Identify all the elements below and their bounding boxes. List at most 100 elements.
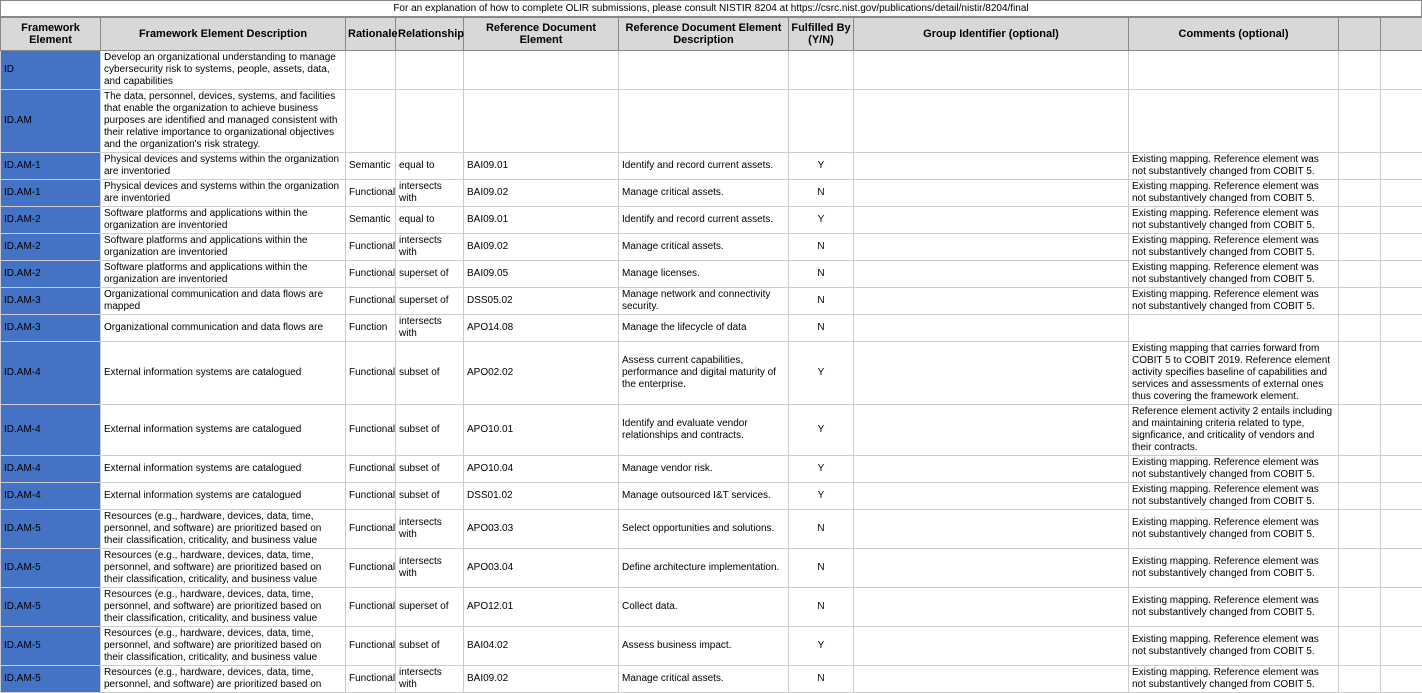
- cell[interactable]: subset of: [396, 483, 464, 510]
- cell[interactable]: Existing mapping. Reference element was …: [1129, 207, 1339, 234]
- cell[interactable]: N: [789, 234, 854, 261]
- cell[interactable]: [854, 588, 1129, 627]
- col-ref-doc-desc[interactable]: Reference Document Element Description: [619, 18, 789, 51]
- cell[interactable]: subset of: [396, 627, 464, 666]
- cell[interactable]: [854, 456, 1129, 483]
- cell[interactable]: [854, 315, 1129, 342]
- cell[interactable]: equal to: [396, 207, 464, 234]
- cell[interactable]: ID.AM: [1, 90, 101, 153]
- cell[interactable]: intersects with: [396, 234, 464, 261]
- cell[interactable]: N: [789, 588, 854, 627]
- cell[interactable]: ID: [1, 51, 101, 90]
- cell[interactable]: External information systems are catalog…: [101, 483, 346, 510]
- cell[interactable]: intersects with: [396, 180, 464, 207]
- cell[interactable]: Identify and evaluate vendor relationshi…: [619, 405, 789, 456]
- cell[interactable]: Reference element activity 2 entails inc…: [1129, 405, 1339, 456]
- cell[interactable]: [1339, 288, 1381, 315]
- cell[interactable]: [1381, 261, 1422, 288]
- table-row[interactable]: ID.AM-4External information systems are …: [1, 405, 1422, 456]
- cell[interactable]: Existing mapping. Reference element was …: [1129, 549, 1339, 588]
- cell[interactable]: APO10.01: [464, 405, 619, 456]
- cell[interactable]: Y: [789, 456, 854, 483]
- cell[interactable]: [1339, 234, 1381, 261]
- cell[interactable]: N: [789, 288, 854, 315]
- cell[interactable]: ID.AM-5: [1, 549, 101, 588]
- cell[interactable]: [1381, 207, 1422, 234]
- col-framework-element[interactable]: Framework Element: [1, 18, 101, 51]
- cell[interactable]: BAI09.02: [464, 666, 619, 693]
- cell[interactable]: Function: [346, 315, 396, 342]
- cell[interactable]: Existing mapping. Reference element was …: [1129, 483, 1339, 510]
- cell[interactable]: [346, 51, 396, 90]
- table-row[interactable]: ID.AM-3Organizational communication and …: [1, 315, 1422, 342]
- cell[interactable]: Resources (e.g., hardware, devices, data…: [101, 666, 346, 693]
- cell[interactable]: APO12.01: [464, 588, 619, 627]
- cell[interactable]: [854, 483, 1129, 510]
- cell[interactable]: Manage outsourced I&T services.: [619, 483, 789, 510]
- cell[interactable]: [1381, 510, 1422, 549]
- cell[interactable]: Functional: [346, 666, 396, 693]
- col-fulfilled-by[interactable]: Fulfilled By (Y/N): [789, 18, 854, 51]
- cell[interactable]: [1381, 315, 1422, 342]
- cell[interactable]: [1339, 666, 1381, 693]
- cell[interactable]: [1339, 483, 1381, 510]
- cell[interactable]: Resources (e.g., hardware, devices, data…: [101, 549, 346, 588]
- cell[interactable]: Existing mapping. Reference element was …: [1129, 588, 1339, 627]
- cell[interactable]: superset of: [396, 588, 464, 627]
- cell[interactable]: Y: [789, 207, 854, 234]
- cell[interactable]: APO10.04: [464, 456, 619, 483]
- cell[interactable]: Y: [789, 483, 854, 510]
- cell[interactable]: [1381, 666, 1422, 693]
- cell[interactable]: BAI09.02: [464, 234, 619, 261]
- cell[interactable]: BAI09.01: [464, 153, 619, 180]
- cell[interactable]: Define architecture implementation.: [619, 549, 789, 588]
- cell[interactable]: [1381, 153, 1422, 180]
- cell[interactable]: Physical devices and systems within the …: [101, 153, 346, 180]
- cell[interactable]: [854, 510, 1129, 549]
- cell[interactable]: [1129, 315, 1339, 342]
- cell[interactable]: equal to: [396, 153, 464, 180]
- cell[interactable]: Manage licenses.: [619, 261, 789, 288]
- cell[interactable]: BAI09.05: [464, 261, 619, 288]
- cell[interactable]: subset of: [396, 342, 464, 405]
- cell[interactable]: DSS01.02: [464, 483, 619, 510]
- cell[interactable]: Functional: [346, 405, 396, 456]
- cell[interactable]: Existing mapping. Reference element was …: [1129, 180, 1339, 207]
- cell[interactable]: BAI04.02: [464, 627, 619, 666]
- cell[interactable]: [1381, 234, 1422, 261]
- table-row[interactable]: ID.AM-2Software platforms and applicatio…: [1, 207, 1422, 234]
- table-row[interactable]: ID.AM-5Resources (e.g., hardware, device…: [1, 510, 1422, 549]
- cell[interactable]: Functional: [346, 288, 396, 315]
- cell[interactable]: Manage critical assets.: [619, 180, 789, 207]
- cell[interactable]: Existing mapping. Reference element was …: [1129, 456, 1339, 483]
- cell[interactable]: Manage critical assets.: [619, 666, 789, 693]
- cell[interactable]: [1339, 627, 1381, 666]
- cell[interactable]: ID.AM-4: [1, 483, 101, 510]
- cell[interactable]: ID.AM-2: [1, 261, 101, 288]
- cell[interactable]: [1381, 405, 1422, 456]
- table-row[interactable]: ID.AM-3Organizational communication and …: [1, 288, 1422, 315]
- cell[interactable]: Software platforms and applications with…: [101, 261, 346, 288]
- table-row[interactable]: ID.AM-1Physical devices and systems with…: [1, 153, 1422, 180]
- cell[interactable]: External information systems are catalog…: [101, 342, 346, 405]
- cell[interactable]: [1381, 627, 1422, 666]
- cell[interactable]: [1129, 90, 1339, 153]
- cell[interactable]: Existing mapping. Reference element was …: [1129, 510, 1339, 549]
- cell[interactable]: Functional: [346, 180, 396, 207]
- cell[interactable]: Assess current capabilities, performance…: [619, 342, 789, 405]
- cell[interactable]: External information systems are catalog…: [101, 405, 346, 456]
- col-extra-1[interactable]: [1339, 18, 1381, 51]
- cell[interactable]: Functional: [346, 588, 396, 627]
- cell[interactable]: Existing mapping. Reference element was …: [1129, 666, 1339, 693]
- cell[interactable]: [1339, 405, 1381, 456]
- cell[interactable]: [619, 90, 789, 153]
- cell[interactable]: [1381, 90, 1422, 153]
- cell[interactable]: [789, 90, 854, 153]
- col-rationale[interactable]: Rationale: [346, 18, 396, 51]
- cell[interactable]: [346, 90, 396, 153]
- table-row[interactable]: ID.AM-5Resources (e.g., hardware, device…: [1, 549, 1422, 588]
- cell[interactable]: N: [789, 510, 854, 549]
- cell[interactable]: External information systems are catalog…: [101, 456, 346, 483]
- col-relationship[interactable]: Relationship: [396, 18, 464, 51]
- cell[interactable]: BAI09.01: [464, 207, 619, 234]
